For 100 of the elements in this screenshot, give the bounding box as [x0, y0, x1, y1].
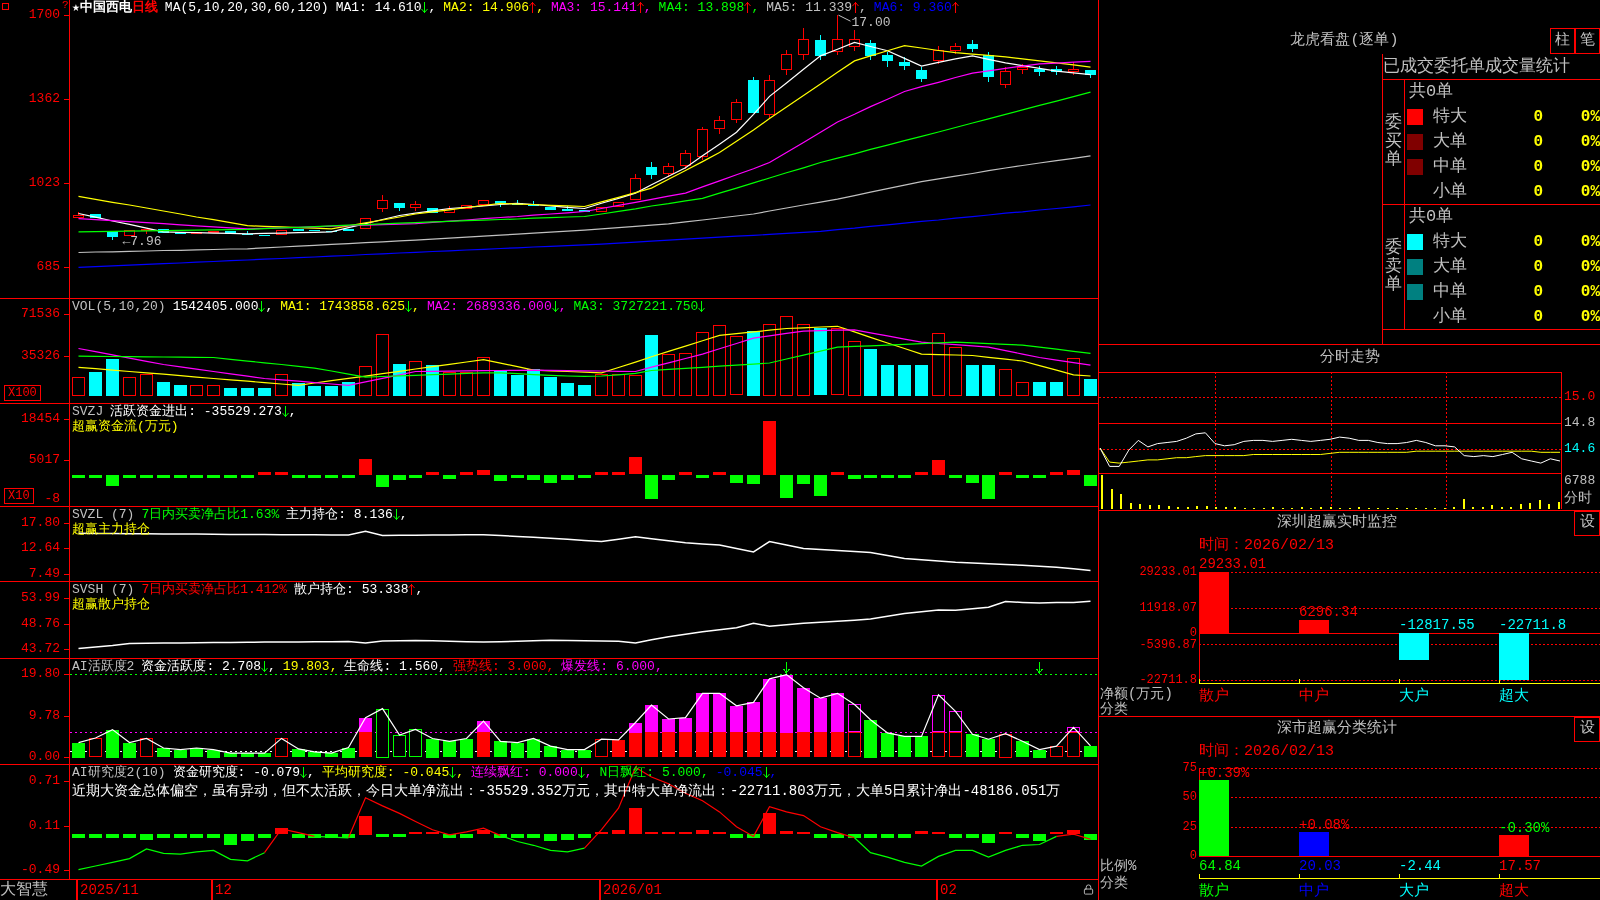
legend-text: 主力持仓: 8.136 [286, 507, 393, 522]
legend-text: 资金研究度: -0.079 [172, 765, 301, 780]
legend-text: MA1: 14.610 [335, 0, 422, 15]
legend-separator: , [769, 765, 778, 780]
axis-label: 7.49 [28, 566, 60, 581]
order-size-label: 特大 [1433, 232, 1468, 253]
legend-text: 19.803, [282, 659, 338, 674]
axis-label: 17.80 [21, 516, 60, 531]
timestamp: 时间：2026/02/13 [1199, 536, 1334, 555]
panel-title: 分时走势 [1319, 347, 1380, 369]
legend-text: MA3: 15.141 [550, 0, 637, 15]
unit-label: X10 [4, 488, 34, 504]
legend-separator: , [584, 765, 593, 780]
axis-label: 11918.07 [1139, 602, 1197, 614]
legend-text: AI研究度2(10) [72, 765, 166, 780]
order-size-label: 小单 [1433, 181, 1468, 202]
category-label: 散户 [1199, 884, 1229, 900]
group-label: 委买单 [1385, 113, 1402, 171]
table-title: 已成交委托单成交量统计 [1383, 56, 1570, 77]
legend-text: SVSH (7) [72, 582, 135, 597]
axis-label: 14.6 [1564, 442, 1596, 456]
order-share: 0% [1580, 306, 1600, 327]
order-count: 0 [1532, 281, 1543, 302]
legend-text: 爆发线: 6.000, [561, 659, 663, 674]
legend-separator: , [536, 0, 544, 15]
order-count: 0 [1532, 257, 1543, 277]
legend-text: 7日内买卖净占比1.63% [141, 507, 280, 522]
axis-unit-label: 分时 [1564, 490, 1592, 506]
axis-title: 分类 [1100, 876, 1128, 890]
order-count: 0 [1532, 181, 1543, 202]
legend-separator: , [643, 0, 652, 15]
category-label: 中户 [1299, 689, 1329, 705]
order-count: 0 [1532, 107, 1543, 128]
value-label: -12817.55 [1399, 618, 1475, 632]
legend-separator: , [428, 0, 437, 15]
legend-text: MA2: 2689336.000 [426, 299, 552, 314]
legend-separator: , [399, 507, 408, 522]
legend-text: SVZL (7) [72, 507, 135, 522]
value-label: 17.57 [1499, 859, 1541, 873]
legend-separator: , [307, 765, 315, 780]
order-size-label: 中单 [1433, 281, 1468, 302]
value-label: 6296.34 [1299, 605, 1358, 619]
axis-label: 1023 [28, 176, 60, 191]
date-label: 2026/01 [599, 880, 662, 900]
axis-title: 分类 [1100, 702, 1128, 716]
axis-label: 0 [1189, 627, 1197, 639]
axis-label: 1700 [28, 8, 60, 23]
legend-text: 资金活跃度: 2.708 [141, 659, 261, 674]
unit-label: X100 [4, 385, 41, 401]
axis-label: 685 [36, 260, 60, 275]
axis-label: 1362 [28, 92, 60, 107]
legend-text: MA5: 11.339 [766, 0, 853, 15]
order-count: 0 [1532, 232, 1543, 253]
value-label: -22711.8 [1499, 618, 1567, 632]
axis-label: 48.76 [21, 616, 60, 631]
change-label: -0.30% [1499, 821, 1550, 835]
order-share: 0% [1580, 232, 1600, 253]
legend-text: AI活跃度2 [72, 659, 135, 674]
value-label: 29233.01 [1199, 557, 1267, 571]
axis-label: 19.80 [21, 667, 60, 682]
category-label: 超大 [1499, 884, 1529, 900]
axis-label: -22711.8 [1139, 674, 1197, 686]
legend-text: VOL(5,10,20) [72, 299, 166, 314]
order-total: 共0单 [1409, 207, 1454, 228]
axis-label: 9.78 [28, 709, 60, 724]
axis-label: 71536 [21, 307, 60, 322]
date-label: 12 [211, 880, 232, 900]
legend-separator: , [412, 299, 420, 314]
order-size-label: 大单 [1433, 257, 1468, 277]
axis-title: 净额(万元) [1100, 687, 1173, 701]
legend-separator: , [288, 404, 297, 419]
value-label: 64.84 [1199, 859, 1241, 873]
axis-label: 50 [1182, 791, 1197, 803]
indicator-caption: 超赢资金流(万元) [72, 419, 179, 434]
category-label: 大户 [1399, 884, 1429, 900]
price-annotation: 17.00 [851, 15, 891, 31]
axis-label: 0.00 [28, 750, 60, 764]
legend-text: 活跃资金进出: -35529.273 [110, 404, 282, 419]
legend-text: 7日内买卖净占比1.412% [141, 582, 288, 597]
indicator-caption: 超赢散户持仓 [72, 597, 150, 612]
legend-text: MA(5,10,20,30,60,120) [164, 0, 329, 15]
legend-text: MA3: 3727221.750 [573, 299, 699, 314]
order-share: 0% [1580, 132, 1600, 152]
axis-label: 53.99 [21, 590, 60, 605]
order-total: 共0单 [1409, 82, 1454, 103]
chart-title: 日线 [131, 0, 158, 15]
panel-title: 深圳超赢实时监控 [1276, 512, 1397, 534]
legend-text: 平均研究度: -0.045 [321, 765, 450, 780]
axis-label: 43.72 [21, 642, 60, 657]
order-count: 0 [1532, 156, 1543, 177]
legend-separator: , [859, 0, 867, 15]
timestamp: 时间：2026/02/13 [1199, 742, 1334, 761]
price-annotation: ←7.96 [122, 233, 162, 249]
axis-label: 12.64 [21, 541, 60, 556]
axis-label: -8 [44, 492, 60, 506]
legend-text: 1542405.000 [172, 299, 259, 314]
axis-label: 14.8 [1564, 416, 1596, 430]
order-share: 0% [1580, 181, 1600, 202]
axis-label: 25 [1182, 821, 1197, 833]
axis-label: -5396.87 [1139, 639, 1197, 651]
